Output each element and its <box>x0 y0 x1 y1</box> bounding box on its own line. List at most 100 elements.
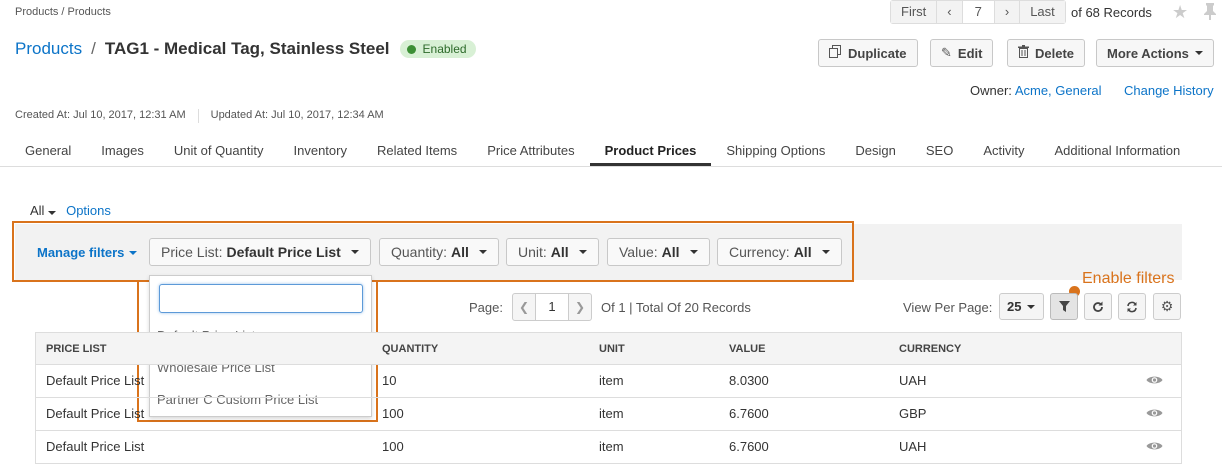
chevron-down-icon <box>1194 51 1203 55</box>
filter-unit[interactable]: Unit: All <box>506 238 599 266</box>
star-icon[interactable]: ★ <box>1172 2 1188 23</box>
filter-quantity[interactable]: Quantity: All <box>379 238 499 266</box>
last-record-button[interactable]: Last <box>1020 1 1065 23</box>
cell-currency: UAH <box>899 439 927 454</box>
chevron-down-icon <box>48 211 57 215</box>
cell-price-list: Default Price List <box>46 406 145 421</box>
next-page-icon[interactable]: ❯ <box>569 294 591 320</box>
more-actions-label: More Actions <box>1107 45 1189 61</box>
filter-value: All <box>550 244 569 260</box>
record-meta: Created At: Jul 10, 2017, 12:31 AM Updat… <box>15 109 384 123</box>
delete-label: Delete <box>1035 45 1075 61</box>
duplicate-button[interactable]: Duplicate <box>818 39 918 67</box>
filter-label: Quantity: <box>391 244 448 260</box>
table-row[interactable]: Default Price List 100 item 6.7600 UAH <box>36 431 1181 464</box>
prev-page-icon[interactable]: ❮ <box>513 294 535 320</box>
table-row[interactable]: Default Price List 10 item 8.0300 UAH <box>36 365 1181 398</box>
filter-value[interactable]: Value: All <box>607 238 710 266</box>
column-header[interactable]: UNIT <box>599 333 625 365</box>
column-header[interactable]: PRICE LIST <box>46 333 107 365</box>
status-label: Enabled <box>422 42 467 56</box>
created-at: Created At: Jul 10, 2017, 12:31 AM <box>15 109 186 121</box>
dropdown-search-input[interactable] <box>159 284 363 313</box>
filter-price-list[interactable]: Price List: Default Price List <box>149 238 371 266</box>
breadcrumb-separator: / <box>61 6 65 18</box>
copy-icon <box>829 45 842 61</box>
change-history-link[interactable]: Change History <box>1124 83 1214 98</box>
edit-label: Edit <box>957 45 983 61</box>
page-label: Page: <box>469 300 503 315</box>
product-name: TAG1 - Medical Tag, Stainless Steel <box>104 39 390 58</box>
column-header[interactable]: CURRENCY <box>899 333 961 365</box>
eye-icon[interactable] <box>1146 374 1163 386</box>
chevron-down-icon <box>350 250 359 254</box>
tab-inventory[interactable]: Inventory <box>279 137 362 166</box>
chevron-down-icon <box>478 250 487 254</box>
next-record-button[interactable]: › <box>994 1 1021 23</box>
page-number-input[interactable]: 1 <box>535 294 569 320</box>
all-views-dropdown[interactable]: All <box>30 203 57 218</box>
tab-shipping-options[interactable]: Shipping Options <box>711 137 840 166</box>
eye-icon[interactable] <box>1146 440 1163 452</box>
chevron-down-icon <box>1027 304 1036 309</box>
column-header[interactable]: VALUE <box>729 333 765 365</box>
gear-icon: ⚙ <box>1160 298 1174 314</box>
breadcrumb-item[interactable]: Products <box>67 6 110 18</box>
filter-currency[interactable]: Currency: All <box>717 238 842 266</box>
reset-button[interactable] <box>1118 293 1146 320</box>
tab-design[interactable]: Design <box>840 137 910 166</box>
view-selector: All Options <box>30 203 111 218</box>
title-separator: / <box>91 39 96 58</box>
tab-images[interactable]: Images <box>86 137 159 166</box>
manage-filters-button[interactable]: Manage filters <box>37 245 138 260</box>
products-link[interactable]: Products <box>15 39 82 59</box>
chevron-down-icon <box>821 250 830 254</box>
pencil-icon: ✎ <box>941 45 952 60</box>
tab-additional-information[interactable]: Additional Information <box>1040 137 1196 166</box>
breadcrumb-item[interactable]: Products <box>15 6 58 18</box>
options-link[interactable]: Options <box>66 203 111 218</box>
eye-icon[interactable] <box>1146 407 1163 419</box>
manage-filters-label: Manage filters <box>37 245 125 260</box>
cell-unit: item <box>599 373 624 388</box>
cell-quantity: 100 <box>382 439 404 454</box>
cell-value: 6.7600 <box>729 439 769 454</box>
refresh-button[interactable] <box>1084 293 1112 320</box>
tab-seo[interactable]: SEO <box>911 137 968 166</box>
record-count: of 68 Records <box>1071 5 1152 20</box>
owner-label: Owner: <box>970 83 1012 98</box>
column-header[interactable]: QUANTITY <box>382 333 438 365</box>
more-actions-button[interactable]: More Actions <box>1096 39 1214 67</box>
per-page-select[interactable]: 25 <box>999 293 1044 320</box>
annotation-label: Enable filters <box>1082 270 1175 287</box>
grid-settings-button[interactable]: ⚙ <box>1153 293 1181 320</box>
highlight-connector <box>137 280 139 284</box>
page-title: Products / TAG1 - Medical Tag, Stainless… <box>15 39 476 59</box>
owner: Owner: Acme, General <box>970 83 1102 98</box>
owner-link[interactable]: Acme, General <box>1015 83 1102 98</box>
cell-unit: item <box>599 439 624 454</box>
filter-label: Value: <box>619 244 658 260</box>
edit-button[interactable]: ✎ Edit <box>930 39 994 67</box>
table-row[interactable]: Default Price List 100 item 6.7600 GBP <box>36 398 1181 431</box>
chevron-down-icon <box>129 250 138 255</box>
pin-icon[interactable] <box>1203 2 1217 25</box>
tab-unit-of-quantity[interactable]: Unit of Quantity <box>159 137 279 166</box>
cell-value: 6.7600 <box>729 406 769 421</box>
filter-toggle-button[interactable] <box>1050 293 1078 320</box>
tab-related-items[interactable]: Related Items <box>362 137 472 166</box>
tab-general[interactable]: General <box>10 137 86 166</box>
tab-activity[interactable]: Activity <box>968 137 1039 166</box>
chevron-down-icon <box>578 250 587 254</box>
tab-price-attributes[interactable]: Price Attributes <box>472 137 589 166</box>
highlight-connector <box>376 280 378 284</box>
tab-product-prices[interactable]: Product Prices <box>589 137 712 166</box>
tab-bar: General Images Unit of Quantity Inventor… <box>0 137 1222 167</box>
chevron-down-icon <box>689 250 698 254</box>
page-selector: ❮ 1 ❯ <box>512 293 592 321</box>
delete-button[interactable]: Delete <box>1007 39 1086 67</box>
all-views-label: All <box>30 203 45 218</box>
filter-label: Price List: <box>161 244 223 260</box>
first-record-button[interactable]: First <box>891 1 938 23</box>
prev-record-button[interactable]: ‹ <box>937 1 963 23</box>
